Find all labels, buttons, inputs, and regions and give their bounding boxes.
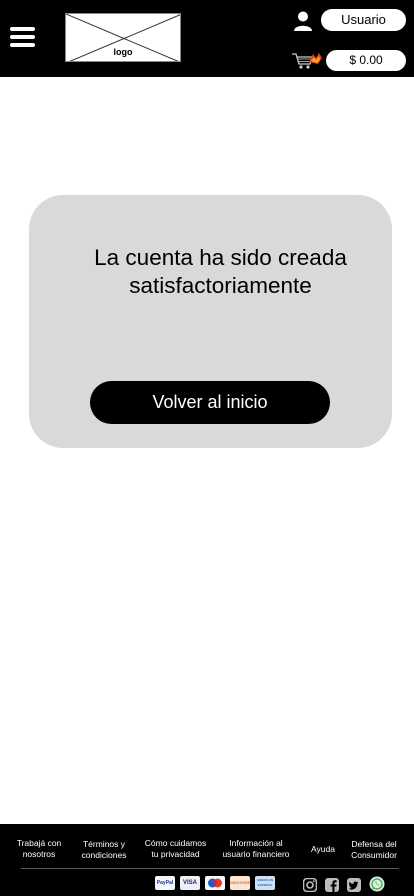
top-bar: logo Usuario $ 0.00 xyxy=(0,0,414,77)
user-icon[interactable] xyxy=(292,10,314,32)
discover-icon: DISCOVER xyxy=(230,876,250,890)
user-button[interactable]: Usuario xyxy=(321,9,406,31)
logo-placeholder[interactable]: logo xyxy=(65,13,181,62)
footer: Trabajá con nosotros Términos y condicio… xyxy=(0,824,414,896)
american-express-icon: AMERICAN EXPRESS xyxy=(255,876,275,890)
balance-display: $ 0.00 xyxy=(326,50,406,71)
instagram-icon[interactable] xyxy=(303,878,317,892)
twitter-icon[interactable] xyxy=(347,878,361,892)
visa-icon: VISA xyxy=(180,876,200,890)
paypal-icon: PayPal xyxy=(155,876,175,890)
footer-link-consumer-defense[interactable]: Defensa del Consumidor xyxy=(346,839,402,861)
footer-link-work-with-us[interactable]: Trabajá con nosotros xyxy=(10,838,68,860)
footer-link-help[interactable]: Ayuda xyxy=(306,844,340,855)
footer-link-terms[interactable]: Términos y condiciones xyxy=(74,839,134,861)
shopping-cart-icon[interactable] xyxy=(291,52,323,70)
confirmation-message: La cuenta ha sido creada satisfactoriame… xyxy=(94,245,347,298)
logo-text: logo xyxy=(113,47,133,57)
whatsapp-icon[interactable] xyxy=(369,876,385,892)
hamburger-menu-icon[interactable] xyxy=(10,27,35,47)
footer-link-financial-info[interactable]: Información al usuario financiero xyxy=(216,838,296,860)
confirmation-card: La cuenta ha sido creada satisfactoriame… xyxy=(29,195,392,448)
footer-link-privacy[interactable]: Cómo cuidamos tu privacidad xyxy=(138,838,213,860)
back-to-home-button[interactable]: Volver al inicio xyxy=(90,381,330,424)
maestro-icon xyxy=(205,876,225,890)
footer-divider xyxy=(21,868,399,869)
facebook-icon[interactable] xyxy=(325,878,339,892)
